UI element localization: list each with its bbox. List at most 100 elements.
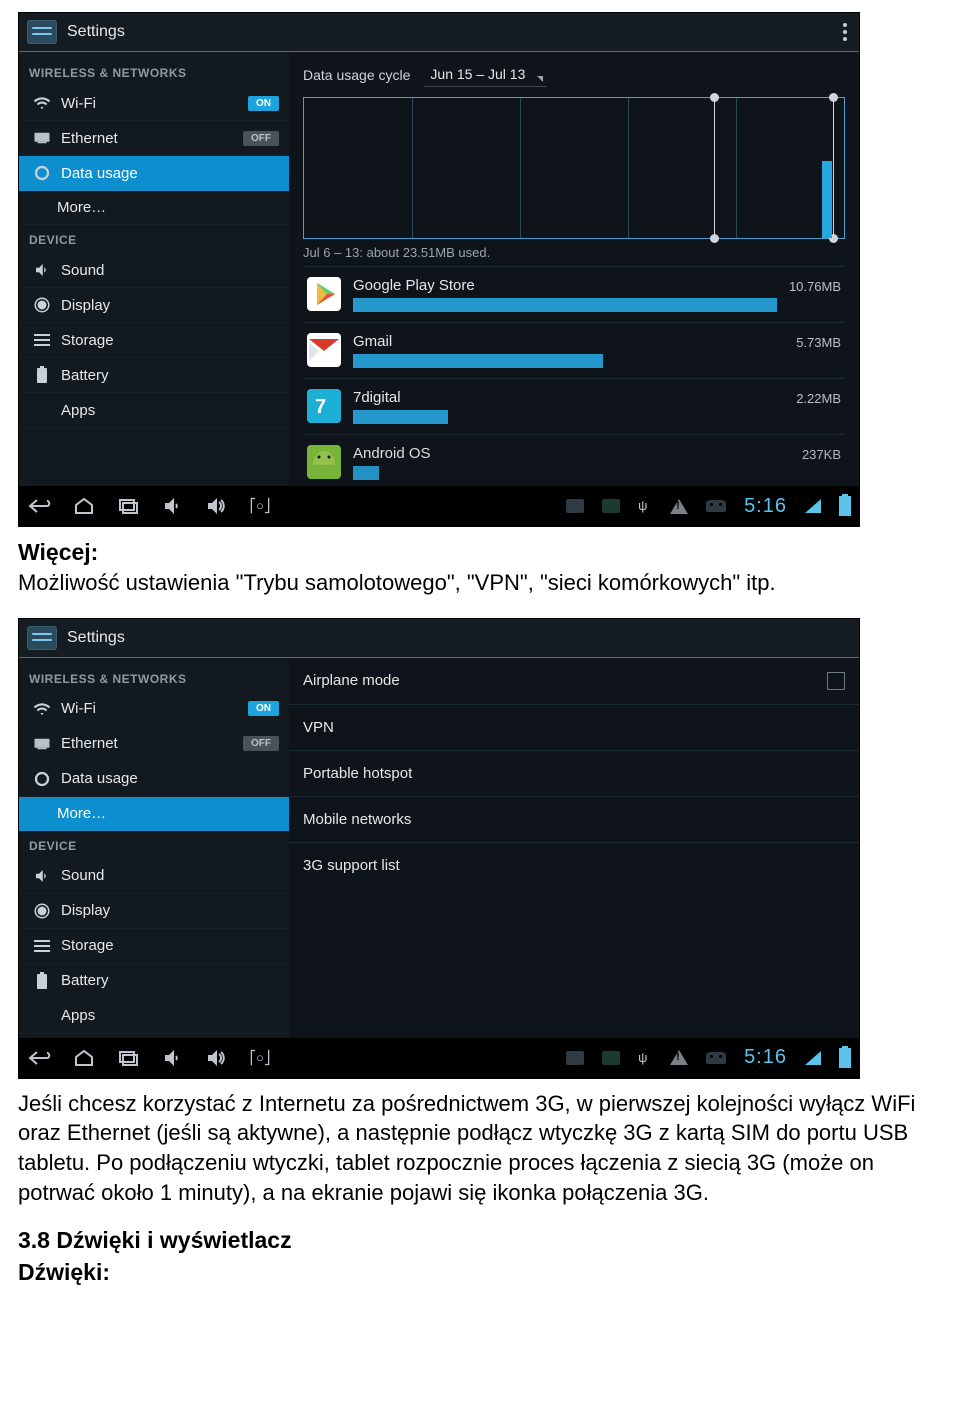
app-usage-row[interactable]: Android OS237KB bbox=[303, 434, 845, 482]
home-icon[interactable] bbox=[71, 493, 97, 519]
navbar-clock[interactable]: 5:16 bbox=[744, 495, 787, 518]
more-item-vpn[interactable]: VPN bbox=[289, 705, 859, 751]
screenshot-icon[interactable]: ⎡○⎦ bbox=[247, 493, 273, 519]
sidebar-header-wireless: WIRELESS & NETWORKS bbox=[19, 58, 289, 86]
vpn-label: VPN bbox=[303, 719, 334, 736]
gallery-status-icon[interactable] bbox=[566, 1051, 584, 1065]
back-icon[interactable] bbox=[27, 493, 53, 519]
gallery-status-icon[interactable] bbox=[566, 499, 584, 513]
apps-icon bbox=[33, 401, 51, 419]
ethernet-toggle[interactable]: OFF bbox=[243, 131, 279, 146]
doc2-section-heading: 3.8 Dźwięki i wyświetlacz bbox=[18, 1225, 942, 1256]
recent-icon[interactable] bbox=[115, 1045, 141, 1071]
app-usage-row[interactable]: Google Play Store10.76MB bbox=[303, 266, 845, 322]
app-icon bbox=[307, 333, 341, 367]
sidebar-item-apps[interactable]: Apps bbox=[19, 393, 289, 428]
range-handle-left[interactable] bbox=[714, 98, 715, 238]
mobnet-label: Mobile networks bbox=[303, 811, 411, 828]
app-name: 7digital bbox=[353, 389, 784, 406]
settings-sidebar: WIRELESS & NETWORKS Wi-Fi ON Ethernet OF… bbox=[19, 52, 289, 486]
sidebar-storage-label: Storage bbox=[61, 937, 114, 954]
sidebar-item-wifi[interactable]: Wi-Fi ON bbox=[19, 86, 289, 121]
sidebar-item-apps[interactable]: Apps bbox=[19, 999, 289, 1034]
sidebar-ethernet-label: Ethernet bbox=[61, 130, 118, 147]
sidebar-battery-label: Battery bbox=[61, 972, 109, 989]
sidebar-item-storage[interactable]: Storage bbox=[19, 929, 289, 964]
sidebar-item-battery[interactable]: Battery bbox=[19, 358, 289, 393]
sidebar-item-more[interactable]: More… bbox=[19, 191, 289, 225]
sidebar-item-battery[interactable]: Battery bbox=[19, 964, 289, 999]
usb-status-icon[interactable]: ψ bbox=[638, 498, 652, 514]
recent-icon[interactable] bbox=[115, 493, 141, 519]
sidebar-data-usage-label: Data usage bbox=[61, 770, 138, 787]
ethernet-icon bbox=[33, 129, 51, 147]
app-usage-row[interactable]: Gmail5.73MB bbox=[303, 322, 845, 378]
sidebar-data-usage-label: Data usage bbox=[61, 165, 138, 182]
navbar-clock[interactable]: 5:16 bbox=[744, 1046, 787, 1069]
sidebar-header-device: DEVICE bbox=[19, 225, 289, 253]
airplane-checkbox[interactable] bbox=[827, 672, 845, 690]
more-item-airplane[interactable]: Airplane mode bbox=[289, 658, 859, 705]
sidebar-item-display[interactable]: Display bbox=[19, 288, 289, 323]
debug-status-icon[interactable] bbox=[706, 1052, 726, 1064]
sidebar-item-sound[interactable]: Sound bbox=[19, 253, 289, 288]
signal-icon bbox=[805, 1051, 821, 1065]
screenshot-icon[interactable]: ⎡○⎦ bbox=[247, 1045, 273, 1071]
range-handle-right[interactable] bbox=[833, 98, 834, 238]
sidebar-item-ethernet[interactable]: Ethernet OFF bbox=[19, 727, 289, 762]
ethernet-toggle[interactable]: OFF bbox=[243, 736, 279, 751]
storage-icon bbox=[33, 331, 51, 349]
debug-status-icon[interactable] bbox=[706, 500, 726, 512]
usage-chart[interactable] bbox=[303, 97, 845, 239]
cycle-label: Data usage cycle bbox=[303, 67, 410, 83]
more-item-hotspot[interactable]: Portable hotspot bbox=[289, 751, 859, 797]
sidebar-wifi-label: Wi-Fi bbox=[61, 95, 96, 112]
screenshot-more: Settings WIRELESS & NETWORKS Wi-Fi ON Et… bbox=[18, 618, 860, 1079]
sidebar-item-display[interactable]: Display bbox=[19, 894, 289, 929]
settings-sidebar: WIRELESS & NETWORKS Wi-Fi ON Ethernet OF… bbox=[19, 658, 289, 1038]
wifi-toggle[interactable]: ON bbox=[248, 96, 279, 111]
volume-down-icon[interactable] bbox=[159, 1045, 185, 1071]
volume-up-icon[interactable] bbox=[203, 1045, 229, 1071]
sidebar-item-sound[interactable]: Sound bbox=[19, 859, 289, 894]
usb-status-icon[interactable]: ψ bbox=[638, 1050, 652, 1066]
battery-indicator-icon bbox=[839, 496, 851, 516]
battery-status-icon[interactable] bbox=[602, 1051, 620, 1065]
sidebar-item-more[interactable]: More… bbox=[19, 797, 289, 831]
app-usage-row[interactable]: 77digital2.22MB bbox=[303, 378, 845, 434]
sidebar-item-wifi[interactable]: Wi-Fi ON bbox=[19, 692, 289, 727]
battery-status-icon[interactable] bbox=[602, 499, 620, 513]
doc-text-1: Więcej: Możliwość ustawienia "Trybu samo… bbox=[18, 537, 942, 598]
back-icon[interactable] bbox=[27, 1045, 53, 1071]
wifi-toggle[interactable]: ON bbox=[248, 701, 279, 716]
more-item-mobile-networks[interactable]: Mobile networks bbox=[289, 797, 859, 843]
warning-status-icon[interactable] bbox=[670, 499, 688, 514]
doc2-paragraph: Jeśli chcesz korzystać z Internetu za po… bbox=[18, 1089, 942, 1208]
doc1-body: Możliwość ustawienia "Trybu samolotowego… bbox=[18, 568, 942, 598]
sidebar-wifi-label: Wi-Fi bbox=[61, 700, 96, 717]
sidebar-item-storage[interactable]: Storage bbox=[19, 323, 289, 358]
sidebar-storage-label: Storage bbox=[61, 332, 114, 349]
app-name: Google Play Store bbox=[353, 277, 777, 294]
app-title: Settings bbox=[67, 23, 125, 41]
more-item-3g-support[interactable]: 3G support list bbox=[289, 843, 859, 888]
app-usage-list: Google Play Store10.76MBGmail5.73MB77dig… bbox=[303, 266, 845, 482]
sidebar-item-data-usage[interactable]: Data usage bbox=[19, 762, 289, 797]
app-usage-size: 2.22MB bbox=[796, 391, 841, 406]
sidebar-item-ethernet[interactable]: Ethernet OFF bbox=[19, 121, 289, 156]
overflow-menu-icon[interactable] bbox=[839, 19, 851, 45]
sidebar-apps-label: Apps bbox=[61, 402, 95, 419]
volume-down-icon[interactable] bbox=[159, 493, 185, 519]
app-name: Gmail bbox=[353, 333, 784, 350]
app-title: Settings bbox=[67, 629, 125, 647]
sidebar-sound-label: Sound bbox=[61, 867, 104, 884]
titlebar: Settings bbox=[19, 13, 859, 52]
home-icon[interactable] bbox=[71, 1045, 97, 1071]
sidebar-item-data-usage[interactable]: Data usage bbox=[19, 156, 289, 191]
screenshot-data-usage: Settings WIRELESS & NETWORKS Wi-Fi ON Et… bbox=[18, 12, 860, 527]
wifi-icon bbox=[33, 94, 51, 112]
display-icon bbox=[33, 902, 51, 920]
volume-up-icon[interactable] bbox=[203, 493, 229, 519]
cycle-select[interactable]: Jun 15 – Jul 13 bbox=[424, 62, 547, 87]
warning-status-icon[interactable] bbox=[670, 1050, 688, 1065]
